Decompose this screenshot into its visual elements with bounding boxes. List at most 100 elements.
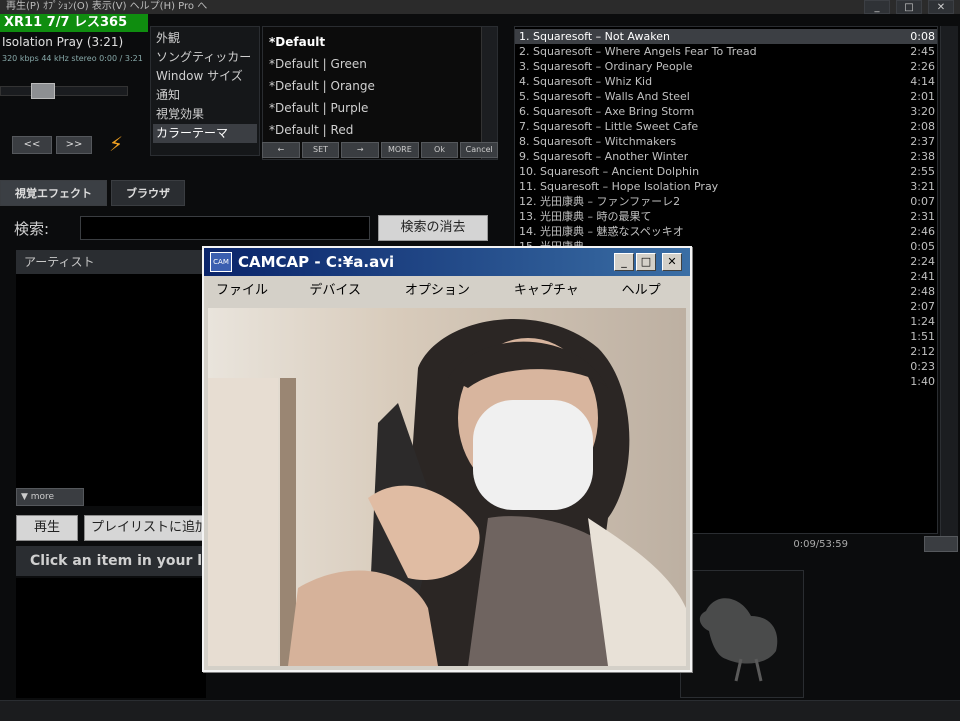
- camcap-minimize-button[interactable]: _: [614, 253, 634, 271]
- playlist-row-time: 4:14: [910, 75, 935, 88]
- theme-more-button[interactable]: MORE: [381, 142, 419, 158]
- playlist-row-title: 6. Squaresoft – Axe Bring Storm: [519, 105, 695, 118]
- playlist-row[interactable]: 1. Squaresoft – Not Awaken 0:08: [515, 29, 937, 44]
- playlist-row-time: 2:01: [910, 90, 935, 103]
- settings-menu-item-selected[interactable]: カラーテーマ: [153, 124, 257, 143]
- playlist-row[interactable]: 6. Squaresoft – Axe Bring Storm 3:20: [515, 104, 937, 119]
- playlist-row[interactable]: 7. Squaresoft – Little Sweet Cafe 2:08: [515, 119, 937, 134]
- camcap-app-icon: CAM: [210, 252, 232, 272]
- camera-preview-image: [208, 308, 686, 666]
- playlist-row-time: 2:07: [910, 300, 935, 313]
- camcap-menu-device[interactable]: デバイス(D): [297, 278, 392, 324]
- artist-list[interactable]: [16, 274, 202, 506]
- camcap-menu-capture[interactable]: キャプチャ(C): [502, 278, 610, 324]
- search-input[interactable]: [80, 216, 370, 240]
- library-detail-panel: [16, 578, 206, 698]
- playlist-row-title: 9. Squaresoft – Another Winter: [519, 150, 689, 163]
- camcap-title: CAMCAP - C:¥a.avi: [238, 253, 395, 271]
- playlist-row-title: 14. 光田康典 – 魅惑なスペッキオ: [519, 225, 684, 238]
- theme-set-button[interactable]: SET: [301, 142, 340, 158]
- next-button[interactable]: >>: [56, 136, 92, 154]
- search-clear-button[interactable]: 検索の消去: [378, 215, 488, 241]
- tab-visual-effects[interactable]: 視覚エフェクト: [0, 180, 107, 206]
- theme-item[interactable]: *Default | Red: [267, 119, 497, 141]
- playlist-row-time: 2:12: [910, 345, 935, 358]
- playlist-row-time: 3:20: [910, 105, 935, 118]
- theme-next-button[interactable]: →: [341, 142, 380, 158]
- playlist-row-title: 10. Squaresoft – Ancient Dolphin: [519, 165, 700, 178]
- playlist-row-title: 11. Squaresoft – Hope Isolation Pray: [519, 180, 719, 193]
- minimize-button[interactable]: _: [864, 0, 890, 14]
- volume-slider[interactable]: [0, 83, 128, 99]
- playlist-row-title: 12. 光田康典 – ファンファーレ2: [519, 195, 681, 208]
- settings-menu-item[interactable]: ソングティッカー: [153, 48, 257, 67]
- settings-menu-item[interactable]: 外観: [153, 29, 257, 48]
- player-controls: << >> ⚡: [0, 78, 148, 156]
- search-label: 検索:: [14, 220, 50, 238]
- volume-slider-handle[interactable]: [31, 83, 55, 99]
- theme-item[interactable]: *Default | Purple: [267, 97, 497, 119]
- playlist-row[interactable]: 4. Squaresoft – Whiz Kid 4:14: [515, 74, 937, 89]
- playlist-menu-button[interactable]: [924, 536, 958, 552]
- camcap-menu-file[interactable]: ファイル(F): [204, 278, 297, 324]
- theme-item[interactable]: *Default | Green: [267, 53, 497, 75]
- playlist-row-time: 2:55: [910, 165, 935, 178]
- more-button[interactable]: ▼ more: [16, 488, 84, 506]
- menu-bar: 再生(P) ｵﾌﾟｼｮﾝ(O) 表示(V) ヘルプ(H) Pro へ: [0, 0, 960, 14]
- playlist-row[interactable]: 11. Squaresoft – Hope Isolation Pray 3:21: [515, 179, 937, 194]
- playlist-row[interactable]: 2. Squaresoft – Where Angels Fear To Tre…: [515, 44, 937, 59]
- camcap-menu-options[interactable]: オプション(O): [393, 278, 502, 324]
- lightning-icon[interactable]: ⚡: [104, 132, 128, 156]
- playlist-row-time: 1:51: [910, 330, 935, 343]
- playlist-row[interactable]: 14. 光田康典 – 魅惑なスペッキオ 2:46: [515, 224, 937, 239]
- settings-menu-item[interactable]: 視覚効果: [153, 105, 257, 124]
- playlist-row[interactable]: 3. Squaresoft – Ordinary People 2:26: [515, 59, 937, 74]
- theme-item[interactable]: *Default: [267, 31, 497, 53]
- now-playing-track: Isolation Pray (3:21): [2, 35, 124, 49]
- theme-cancel-button[interactable]: Cancel: [460, 142, 499, 158]
- playlist-scrollbar[interactable]: [940, 26, 958, 538]
- settings-menu-item[interactable]: 通知: [153, 86, 257, 105]
- close-button[interactable]: ✕: [928, 0, 954, 14]
- playlist-row-time: 0:07: [910, 195, 935, 208]
- tab-bar: 視覚エフェクト ブラウザ: [0, 180, 500, 206]
- camcap-maximize-button[interactable]: □: [636, 253, 656, 271]
- camcap-menu-bar: ファイル(F) デバイス(D) オプション(O) キャプチャ(C) ヘルプ(F): [204, 278, 690, 324]
- theme-ok-button[interactable]: Ok: [420, 142, 459, 158]
- now-playing-info: 320 kbps 44 kHz stereo 0:00 / 3:21: [2, 54, 143, 63]
- add-to-playlist-button[interactable]: プレイリストに追加: [84, 515, 204, 541]
- window-controls: _ □ ✕: [864, 0, 960, 18]
- prev-button[interactable]: <<: [12, 136, 52, 154]
- playlist-row-time: 2:24: [910, 255, 935, 268]
- playlist-row[interactable]: 8. Squaresoft – Witchmakers 2:37: [515, 134, 937, 149]
- theme-prev-button[interactable]: ←: [262, 142, 300, 158]
- playlist-row-time: 2:38: [910, 150, 935, 163]
- album-art-image: [681, 571, 803, 697]
- playlist-row[interactable]: 9. Squaresoft – Another Winter 2:38: [515, 149, 937, 164]
- playlist-row-title: 3. Squaresoft – Ordinary People: [519, 60, 693, 73]
- playlist-row[interactable]: 10. Squaresoft – Ancient Dolphin 2:55: [515, 164, 937, 179]
- theme-item[interactable]: *Default | Orange: [267, 75, 497, 97]
- playlist-row[interactable]: 12. 光田康典 – ファンファーレ2 0:07: [515, 194, 937, 209]
- playlist-row-time: 1:40: [910, 375, 935, 388]
- playlist-row-time: 3:21: [910, 180, 935, 193]
- playlist-row-title: 5. Squaresoft – Walls And Steel: [519, 90, 690, 103]
- playlist-row[interactable]: 5. Squaresoft – Walls And Steel 2:01: [515, 89, 937, 104]
- playlist-row-time: 2:45: [910, 45, 935, 58]
- settings-menu-item[interactable]: Window サイズ: [153, 67, 257, 86]
- menu-bar-text[interactable]: 再生(P) ｵﾌﾟｼｮﾝ(O) 表示(V) ヘルプ(H) Pro へ: [0, 1, 207, 12]
- playlist-row[interactable]: 13. 光田康典 – 時の最果て 2:31: [515, 209, 937, 224]
- camcap-menu-help[interactable]: ヘルプ(F): [610, 278, 690, 324]
- play-button[interactable]: 再生: [16, 515, 78, 541]
- camcap-window: CAMCAP - C:¥a.avi CAM _ □ ✕ ファイル(F) デバイス…: [202, 246, 692, 672]
- theme-list-scrollbar[interactable]: [481, 27, 497, 159]
- theme-buttons: ← SET → MORE Ok Cancel: [262, 142, 499, 158]
- camera-preview: [208, 308, 686, 666]
- playlist-row-title: 4. Squaresoft – Whiz Kid: [519, 75, 653, 88]
- album-art: [680, 570, 804, 698]
- maximize-button[interactable]: □: [896, 0, 922, 14]
- camcap-close-button[interactable]: ✕: [662, 253, 682, 271]
- playlist-row-time: 2:46: [910, 225, 935, 238]
- search-row: 検索: 検索の消去: [14, 214, 500, 242]
- tab-browser[interactable]: ブラウザ: [111, 180, 185, 206]
